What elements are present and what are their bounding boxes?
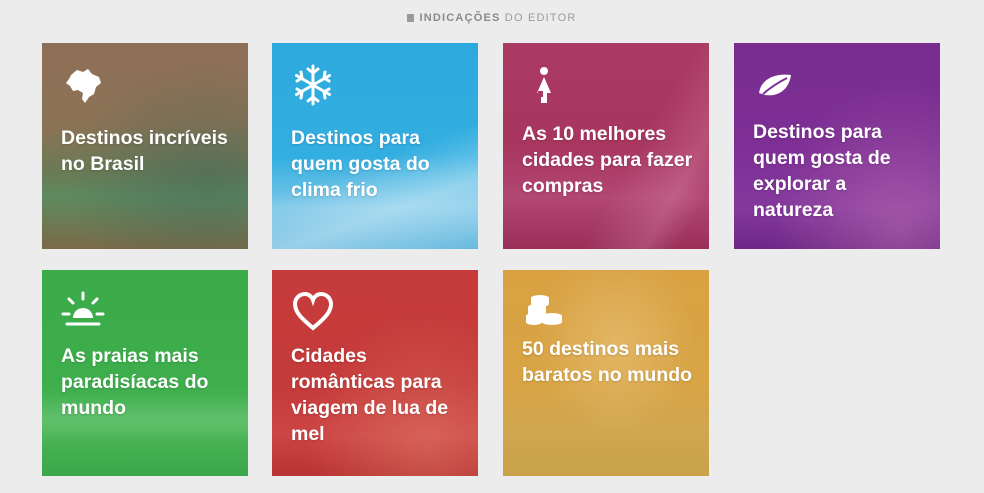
tile-baratos[interactable]: 50 destinos mais baratos no mundo bbox=[503, 270, 709, 476]
header-bold-label: INDICAÇÕES bbox=[419, 12, 501, 24]
tile-natureza[interactable]: Destinos para quem gosta de explorar a n… bbox=[734, 43, 940, 249]
snowflake-icon bbox=[295, 64, 331, 106]
tile-compras[interactable]: As 10 melhores cidades para fazer compra… bbox=[503, 43, 709, 249]
coins-icon bbox=[526, 295, 562, 325]
brazil-map-icon bbox=[66, 69, 101, 103]
sunrise-icon bbox=[61, 291, 105, 326]
shopper-icon bbox=[537, 67, 551, 103]
header-light-label: DO EDITOR bbox=[504, 12, 577, 24]
tile-title: Cidades românticas para viagem de lua de… bbox=[291, 345, 449, 445]
tile-brasil[interactable]: Destinos incríveis no Brasil bbox=[42, 43, 248, 249]
tile-clima-frio[interactable]: Destinos para quem gosta do clima frio bbox=[272, 43, 478, 249]
tile-title: Destinos para quem gosta de explorar a n… bbox=[753, 121, 891, 221]
leaf-icon bbox=[759, 74, 791, 96]
tile-title: As 10 melhores cidades para fazer compra… bbox=[522, 123, 693, 197]
tile-title: Destinos incríveis no Brasil bbox=[61, 127, 228, 175]
tile-title: Destinos para quem gosta do clima frio bbox=[291, 127, 430, 201]
tile-title: 50 destinos mais baratos no mundo bbox=[522, 338, 693, 386]
tile-title: As praias mais paradisíacas do mundo bbox=[61, 345, 209, 419]
header-square-icon bbox=[407, 14, 415, 22]
heart-icon bbox=[292, 291, 334, 331]
tile-praias[interactable]: As praias mais paradisíacas do mundo bbox=[42, 270, 248, 476]
section-header: INDICAÇÕES DO EDITOR bbox=[0, 12, 984, 30]
tile-romanticas[interactable]: Cidades românticas para viagem de lua de… bbox=[272, 270, 478, 476]
